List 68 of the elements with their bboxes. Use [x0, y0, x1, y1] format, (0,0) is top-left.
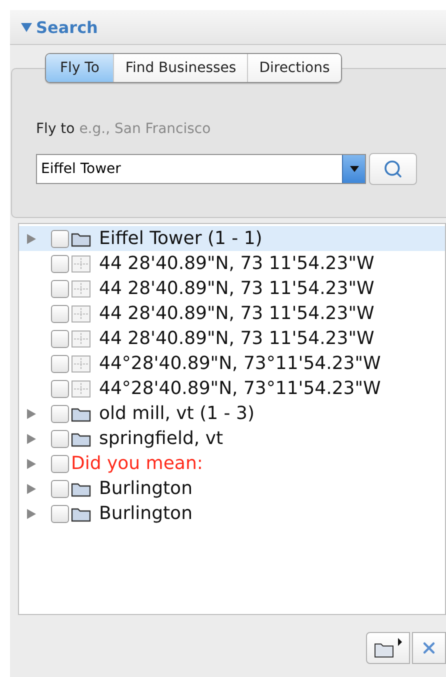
checkbox[interactable]	[51, 304, 69, 322]
result-row[interactable]: 44 28'40.89"N, 73 11'54.23"W	[19, 301, 445, 326]
location-field[interactable]: Eiffel Tower	[37, 161, 342, 177]
close-button[interactable]	[412, 632, 446, 664]
placemark-icon	[71, 304, 91, 322]
tab[interactable]: Find Businesses	[113, 54, 248, 82]
folder-icon	[71, 406, 91, 422]
checkbox[interactable]	[51, 480, 69, 498]
checkbox[interactable]	[51, 280, 69, 298]
result-row[interactable]: 44 28'40.89"N, 73 11'54.23"W	[19, 276, 445, 301]
disclosure-arrow-icon[interactable]	[25, 432, 37, 444]
disclosure-arrow-icon[interactable]	[25, 232, 37, 244]
checkbox[interactable]	[51, 430, 69, 448]
result-row[interactable]: Burlington	[19, 501, 445, 526]
disclosure-arrow-icon[interactable]	[25, 408, 37, 420]
folder-menu-button[interactable]	[366, 632, 410, 664]
result-row[interactable]: 44°28'40.89"N, 73°11'54.23"W	[19, 376, 445, 401]
location-combo-box[interactable]: Eiffel Tower	[36, 154, 366, 184]
result-row[interactable]: old mill, vt (1 - 3)	[19, 401, 445, 426]
disclosure-triangle-icon	[21, 22, 32, 32]
folder-menu-icon	[373, 637, 403, 659]
disclosure-arrow-icon[interactable]	[25, 458, 37, 470]
result-label: 44 28'40.89"N, 73 11'54.23"W	[99, 278, 374, 299]
caret-icon	[350, 166, 358, 172]
tab[interactable]: Fly To	[46, 54, 114, 82]
placemark-icon	[71, 330, 91, 348]
checkbox[interactable]	[51, 380, 69, 398]
placemark-icon	[71, 380, 91, 398]
folder-icon	[71, 506, 91, 522]
checkbox[interactable]	[51, 504, 69, 522]
result-label: Eiffel Tower (1 - 1)	[99, 228, 262, 249]
checkbox[interactable]	[51, 254, 69, 272]
result-label: 44 28'40.89"N, 73 11'54.23"W	[99, 303, 374, 324]
result-label: 44°28'40.89"N, 73°11'54.23"W	[99, 353, 381, 374]
checkbox[interactable]	[51, 354, 69, 372]
checkbox[interactable]	[51, 230, 69, 248]
dropdown-button[interactable]	[342, 155, 365, 183]
disclosure-arrow-icon[interactable]	[25, 508, 37, 520]
folder-icon	[71, 230, 91, 246]
result-label: old mill, vt (1 - 3)	[99, 403, 254, 424]
result-row[interactable]: Eiffel Tower (1 - 1)	[19, 226, 445, 251]
search-button[interactable]	[369, 153, 417, 185]
checkbox[interactable]	[51, 454, 69, 472]
result-row[interactable]: Did you mean:	[19, 451, 445, 476]
result-row[interactable]: 44°28'40.89"N, 73°11'54.23"W	[19, 351, 445, 376]
result-label: 44°28'40.89"N, 73°11'54.23"W	[99, 378, 381, 399]
placemark-icon	[71, 354, 91, 372]
search-icon	[383, 159, 403, 179]
result-label: springfield, vt	[99, 428, 224, 449]
result-label: Did you mean:	[71, 453, 203, 474]
folder-icon	[71, 430, 91, 446]
tab[interactable]: Directions	[247, 54, 341, 82]
placemark-icon	[71, 254, 91, 272]
result-row[interactable]: Burlington	[19, 476, 445, 501]
checkbox[interactable]	[51, 404, 69, 422]
disclosure-arrow-icon[interactable]	[25, 482, 37, 494]
result-row[interactable]: springfield, vt	[19, 426, 445, 451]
result-label: Burlington	[99, 478, 192, 499]
result-row[interactable]: 44 28'40.89"N, 73 11'54.23"W	[19, 251, 445, 276]
result-label: 44 28'40.89"N, 73 11'54.23"W	[99, 253, 374, 274]
folder-icon	[71, 480, 91, 496]
checkbox[interactable]	[51, 330, 69, 348]
placemark-icon	[71, 280, 91, 298]
result-label: Burlington	[99, 503, 192, 524]
result-label: 44 28'40.89"N, 73 11'54.23"W	[99, 328, 374, 349]
panel-title[interactable]: Search	[21, 18, 98, 36]
result-row[interactable]: 44 28'40.89"N, 73 11'54.23"W	[19, 326, 445, 351]
fly-to-label: Fly to e.g., San Francisco	[36, 121, 212, 137]
